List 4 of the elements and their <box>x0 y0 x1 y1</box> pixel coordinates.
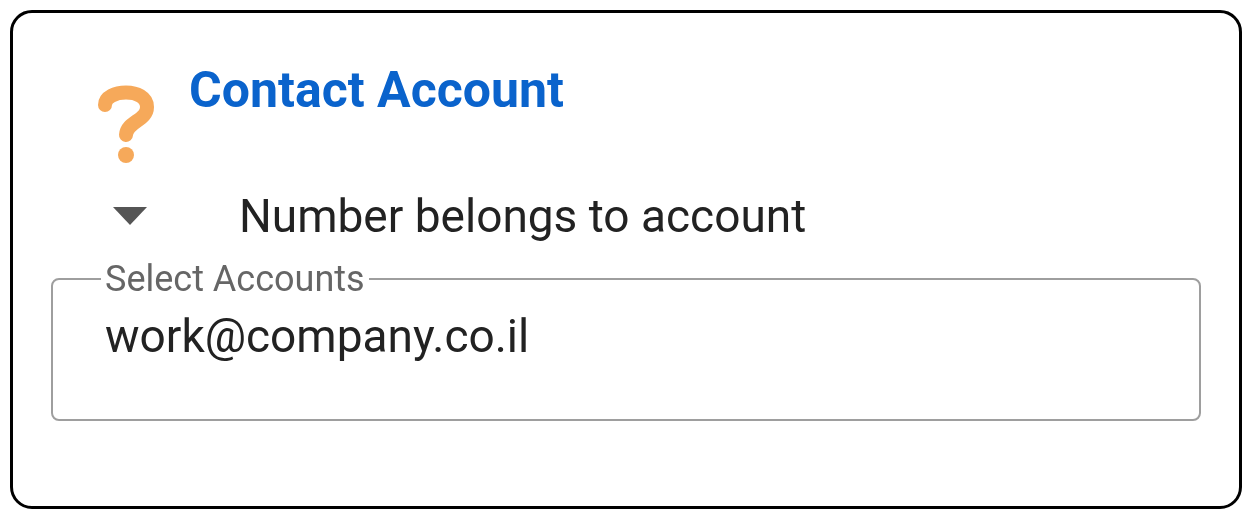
accounts-select-field[interactable]: Select Accounts work@company.co.il <box>51 261 1201 421</box>
caret-icon <box>113 207 147 225</box>
dialog-title: Contact Account <box>189 65 564 115</box>
account-dropdown[interactable]: Number belongs to account <box>113 193 1239 239</box>
